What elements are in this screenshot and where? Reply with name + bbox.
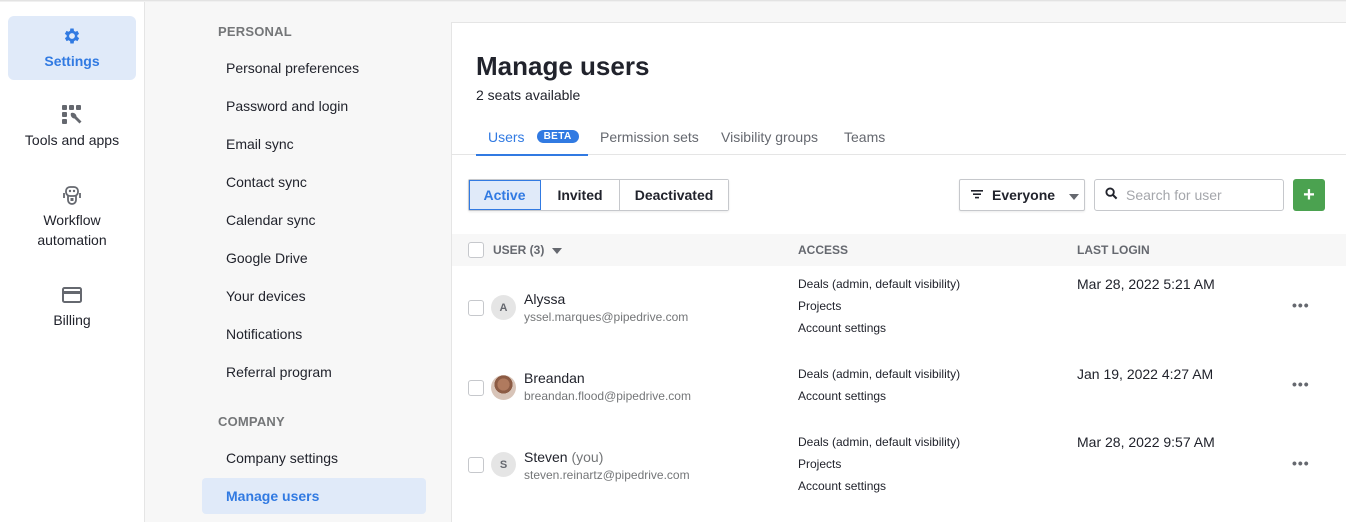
header-cell-user: USER (3): [468, 234, 563, 266]
you-label: (you): [571, 449, 604, 465]
user-email: breandan.flood@pipedrive.com: [524, 389, 691, 403]
top-shadow: [0, 0, 1346, 2]
user-name-text: Breandan: [524, 370, 585, 386]
avatar: S: [491, 452, 516, 477]
nav-label: Billing: [53, 312, 91, 328]
access-item: Account settings: [798, 321, 887, 335]
user-name-text: Alyssa: [524, 291, 566, 307]
nav-item-billing[interactable]: Billing: [8, 284, 136, 330]
avatar: A: [491, 295, 516, 320]
access-list: Deals (admin, default visibility) Projec…: [798, 431, 960, 497]
select-all-checkbox[interactable]: [468, 242, 484, 258]
credit-card-icon: [61, 284, 83, 306]
more-actions-icon[interactable]: •••: [1292, 297, 1310, 313]
menu-item-calendar-sync[interactable]: Calendar sync: [202, 202, 426, 238]
avatar-photo: [491, 375, 516, 400]
menu-item-manage-users[interactable]: Manage users: [202, 478, 426, 514]
user-name-text: Steven: [524, 449, 568, 465]
nav-item-tools-and-apps[interactable]: Tools and apps: [8, 104, 136, 150]
status-filter: Active Invited Deactivated: [468, 179, 729, 211]
seats-available: 2 seats available: [476, 87, 581, 103]
more-actions-icon[interactable]: •••: [1292, 376, 1310, 392]
table-header: USER (3) ACCESS LAST LOGIN: [452, 234, 1346, 266]
table-row[interactable]: S Steven (you) steven.reinartz@pipedrive…: [452, 416, 1346, 516]
status-invited-button[interactable]: Invited: [541, 180, 620, 210]
access-item: Projects: [798, 299, 842, 313]
menu-item-your-devices[interactable]: Your devices: [202, 278, 426, 314]
nav-label: Tools and apps: [24, 132, 120, 148]
nav-label: Settings: [44, 53, 100, 69]
tab-teams[interactable]: Teams: [844, 119, 885, 155]
access-list: Deals (admin, default visibility) Accoun…: [798, 363, 960, 407]
user-email: steven.reinartz@pipedrive.com: [524, 468, 690, 482]
menu-item-personal-preferences[interactable]: Personal preferences: [202, 50, 426, 86]
status-active-button[interactable]: Active: [469, 180, 541, 210]
nav-item-settings[interactable]: Settings: [8, 16, 136, 80]
menu-item-referral-program[interactable]: Referral program: [202, 354, 426, 390]
tab-label: Users: [488, 128, 525, 145]
menu-item-google-drive[interactable]: Google Drive: [202, 240, 426, 276]
access-list: Deals (admin, default visibility) Projec…: [798, 273, 960, 339]
row-checkbox[interactable]: [468, 300, 484, 316]
gear-icon: [61, 25, 83, 47]
nav-item-workflow-automation[interactable]: Workflow automation: [8, 184, 136, 250]
tabs: Users BETA Permission sets Visibility gr…: [452, 119, 1346, 156]
access-item: Account settings: [798, 389, 887, 403]
manage-users-panel: Manage users 2 seats available Users BET…: [451, 22, 1346, 522]
access-item: Projects: [798, 457, 842, 471]
user-name: Steven (you): [524, 449, 603, 465]
menu-item-contact-sync[interactable]: Contact sync: [202, 164, 426, 200]
access-item: Account settings: [798, 479, 887, 493]
add-user-button[interactable]: +: [1293, 179, 1325, 211]
access-item: Deals (admin, default visibility): [798, 277, 961, 291]
filter-icon: [970, 187, 984, 203]
settings-menu: PERSONAL Personal preferences Password a…: [146, 0, 451, 522]
header-last-login: LAST LOGIN: [1077, 243, 1150, 257]
group-filter-dropdown[interactable]: Everyone: [959, 179, 1085, 211]
beta-badge: BETA: [536, 130, 579, 143]
robot-icon: [61, 184, 83, 206]
access-item: Deals (admin, default visibility): [798, 435, 961, 449]
last-login: Jan 19, 2022 4:27 AM: [1077, 366, 1214, 382]
tab-visibility-groups[interactable]: Visibility groups: [721, 119, 818, 155]
user-name: Alyssa: [524, 291, 565, 307]
section-title-company: COMPANY: [218, 414, 285, 429]
table-row[interactable]: Breandan breandan.flood@pipedrive.com De…: [452, 348, 1346, 416]
access-item: Deals (admin, default visibility): [798, 367, 961, 381]
tab-users[interactable]: Users BETA: [476, 119, 588, 156]
search-icon: [1105, 187, 1118, 203]
menu-item-email-sync[interactable]: Email sync: [202, 126, 426, 162]
more-actions-icon[interactable]: •••: [1292, 455, 1310, 471]
user-column-sort[interactable]: USER (3): [493, 243, 544, 257]
header-access: ACCESS: [798, 243, 849, 257]
user-email: yssel.marques@pipedrive.com: [524, 310, 689, 324]
chevron-down-icon: [1069, 187, 1080, 203]
page-title: Manage users: [476, 51, 650, 81]
table-row[interactable]: A Alyssa yssel.marques@pipedrive.com Dea…: [452, 266, 1346, 348]
left-nav: Settings Tools and apps Workflow automat…: [0, 0, 145, 522]
tools-icon: [61, 104, 83, 126]
menu-item-notifications[interactable]: Notifications: [202, 316, 426, 352]
group-filter-value: Everyone: [992, 187, 1056, 203]
last-login: Mar 28, 2022 9:57 AM: [1077, 434, 1215, 450]
row-checkbox[interactable]: [468, 380, 484, 396]
nav-label: Workflow automation: [37, 212, 107, 248]
search-box: [1094, 179, 1284, 211]
section-title-personal: PERSONAL: [218, 24, 292, 39]
status-deactivated-button[interactable]: Deactivated: [620, 180, 728, 210]
menu-item-company-settings[interactable]: Company settings: [202, 440, 426, 476]
search-input[interactable]: [1126, 187, 1276, 203]
sort-caret-icon: [552, 243, 563, 257]
tab-permission-sets[interactable]: Permission sets: [600, 119, 699, 155]
row-checkbox[interactable]: [468, 457, 484, 473]
user-name: Breandan: [524, 370, 585, 386]
last-login: Mar 28, 2022 5:21 AM: [1077, 276, 1215, 292]
menu-item-password-and-login[interactable]: Password and login: [202, 88, 426, 124]
